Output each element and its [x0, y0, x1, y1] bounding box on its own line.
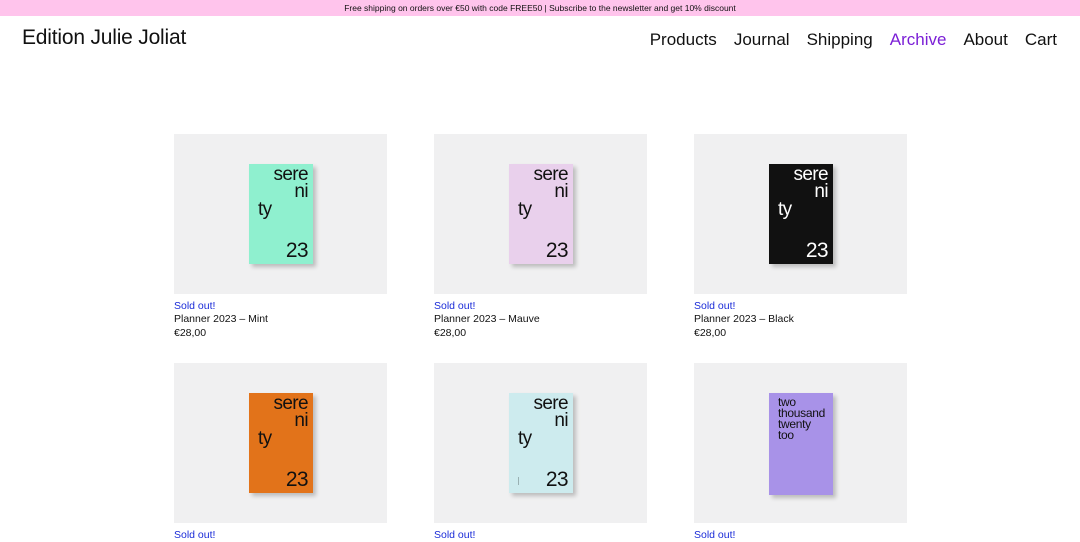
planner-cover: sere ni ty 23 — [769, 164, 833, 264]
main-nav: Products Journal Shipping Archive About … — [650, 30, 1057, 50]
nav-journal[interactable]: Journal — [734, 30, 790, 50]
planner-cover: sere ni ty 23 — [249, 164, 313, 264]
product-image[interactable]: two thousand twenty too — [694, 363, 907, 523]
product-card[interactable]: sere ni ty 23 Sold out! Planner 2023 – M… — [434, 134, 647, 339]
cover-text: 23 — [545, 239, 569, 262]
product-image[interactable]: sere ni ty 23 — [174, 363, 387, 523]
cover-words: two thousand twenty too — [778, 396, 825, 442]
cover-text: 23 — [285, 468, 309, 491]
product-image[interactable]: sere ni ty 23 — [434, 134, 647, 294]
product-image[interactable]: sere ni ty 23 — [174, 134, 387, 294]
cover-text: too — [778, 428, 794, 442]
product-name[interactable]: Planner 2023 – Black — [694, 313, 907, 327]
product-name[interactable]: Planner 2023 – Mint — [174, 313, 387, 327]
cover-imprint — [518, 477, 527, 485]
nav-archive[interactable]: Archive — [890, 30, 947, 50]
product-name[interactable]: Planner 2023 – Mauve — [434, 313, 647, 327]
product-card[interactable]: sere ni ty 23 Sold out! — [174, 363, 387, 542]
cover-text: ni — [814, 181, 828, 202]
product-card[interactable]: sere ni ty 23 Sold out! — [434, 363, 647, 542]
cover-text: ty — [518, 428, 532, 449]
product-price: €28,00 — [694, 327, 727, 339]
promo-banner[interactable]: Free shipping on orders over €50 with co… — [0, 0, 1080, 16]
cover-text: 23 — [545, 468, 569, 491]
cover-text: 23 — [805, 239, 829, 262]
product-image[interactable]: sere ni ty 23 — [434, 363, 647, 523]
product-image[interactable]: sere ni ty 23 — [694, 134, 907, 294]
planner-cover: sere ni ty 23 — [509, 164, 573, 264]
cover-text: ni — [554, 181, 568, 202]
cover-text: ty — [778, 199, 792, 220]
nav-about[interactable]: About — [963, 30, 1007, 50]
nav-products[interactable]: Products — [650, 30, 717, 50]
cover-text: ni — [294, 410, 308, 431]
cover-text: ty — [258, 199, 272, 220]
planner-cover: sere ni ty 23 — [249, 393, 313, 493]
sold-out-label: Sold out! — [174, 529, 216, 541]
brand-logo[interactable]: Edition Julie Joliat — [22, 26, 186, 50]
nav-cart[interactable]: Cart — [1025, 30, 1057, 50]
product-card[interactable]: sere ni ty 23 Sold out! Planner 2023 – M… — [174, 134, 387, 339]
cover-text: ni — [554, 410, 568, 431]
sold-out-label: Sold out! — [434, 300, 476, 312]
planner-cover: two thousand twenty too — [769, 393, 833, 495]
cover-text: ty — [258, 428, 272, 449]
sold-out-label: Sold out! — [694, 529, 736, 541]
product-price: €28,00 — [434, 327, 467, 339]
cover-text: ni — [294, 181, 308, 202]
sold-out-label: Sold out! — [174, 300, 216, 312]
nav-shipping[interactable]: Shipping — [807, 30, 873, 50]
cover-text: 23 — [285, 239, 309, 262]
sold-out-label: Sold out! — [434, 529, 476, 541]
product-card[interactable]: sere ni ty 23 Sold out! Planner 2023 – B… — [694, 134, 907, 339]
promo-text: Free shipping on orders over €50 with co… — [344, 3, 736, 13]
sold-out-label: Sold out! — [694, 300, 736, 312]
cover-text: ty — [518, 199, 532, 220]
product-price: €28,00 — [174, 327, 207, 339]
product-card[interactable]: two thousand twenty too Sold out! — [694, 363, 907, 542]
planner-cover: sere ni ty 23 — [509, 393, 573, 493]
